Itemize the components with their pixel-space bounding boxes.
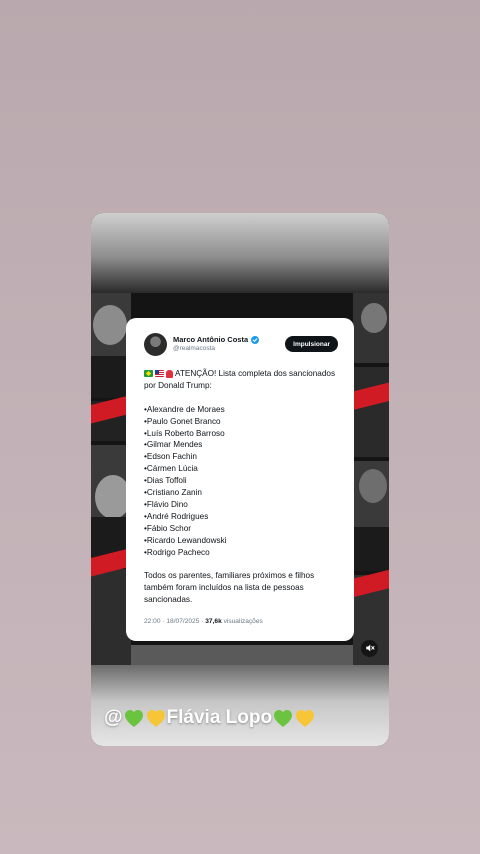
list-item: •Flávio Dino: [144, 499, 188, 509]
portrait-tile: [131, 645, 353, 665]
portrait-tile: [353, 367, 389, 457]
mute-button[interactable]: [361, 640, 378, 657]
story-card[interactable]: Marco Antônio Costa @realmacosta Impulsi…: [91, 213, 389, 746]
sanctioned-names-list: •Alexandre de Moraes •Paulo Gonet Branco…: [144, 404, 338, 559]
yellow-heart-icon: [146, 709, 166, 728]
portrait-tile: [353, 461, 389, 571]
list-item: •Paulo Gonet Branco: [144, 416, 221, 426]
portrait-tile: [91, 445, 131, 565]
list-item: •Gilmar Mendes: [144, 440, 203, 450]
green-heart-icon: [124, 709, 144, 728]
tweet-footer-text: Todos os parentes, familiares próximos e…: [144, 571, 315, 605]
author-handle[interactable]: @realmacosta: [173, 345, 285, 353]
views-count: 37,6k: [205, 618, 222, 626]
list-item: •Cristiano Zanin: [144, 488, 202, 498]
blurred-background-top: [91, 213, 389, 293]
usa-flag-icon: [155, 370, 164, 377]
verified-badge-icon: [251, 335, 260, 344]
list-item: •Edson Fachin: [144, 452, 197, 462]
list-item: •Alexandre de Moraes: [144, 404, 225, 414]
list-item: •Rodrigo Pacheco: [144, 547, 210, 557]
timestamp[interactable]: 22:00 · 18/07/2025 ·: [144, 618, 205, 625]
brazil-flag-icon: [144, 370, 153, 377]
story-caption: @ Flávia Lopo: [104, 706, 316, 730]
views-label: visualizações: [221, 618, 263, 626]
portrait-tile: [353, 293, 389, 363]
portrait-tile: [91, 569, 131, 665]
caption-prefix: @: [104, 707, 123, 728]
list-item: •Ricardo Lewandowski: [144, 535, 227, 545]
tweet-text: ATENÇÃO! Lista completa dos sancionados …: [144, 368, 338, 606]
list-item: •Luís Roberto Barroso: [144, 428, 225, 438]
caption-name: Flávia Lopo: [166, 707, 273, 728]
promote-button[interactable]: Impulsionar: [285, 336, 338, 352]
tweet-card[interactable]: Marco Antônio Costa @realmacosta Impulsi…: [126, 318, 354, 641]
green-heart-icon: [273, 709, 293, 728]
list-item: •André Rodrigues: [144, 511, 209, 521]
tweet-header: Marco Antônio Costa @realmacosta Impulsi…: [144, 332, 338, 356]
speaker-muted-icon: [365, 640, 375, 658]
tweet-headline: ATENÇÃO! Lista completa dos sancionados …: [144, 368, 338, 392]
list-item: •Dias Toffoli: [144, 476, 187, 486]
tweet-meta: 22:00 · 18/07/2025 · 37,6k visualizações: [144, 618, 338, 625]
portrait-tile: [91, 293, 131, 398]
author-name[interactable]: Marco Antônio Costa: [173, 336, 248, 344]
siren-icon: [166, 369, 173, 378]
avatar[interactable]: [144, 332, 167, 356]
list-item: •Cármen Lúcia: [144, 464, 198, 474]
list-item: •Fábio Schor: [144, 523, 192, 533]
yellow-heart-icon: [295, 709, 315, 728]
